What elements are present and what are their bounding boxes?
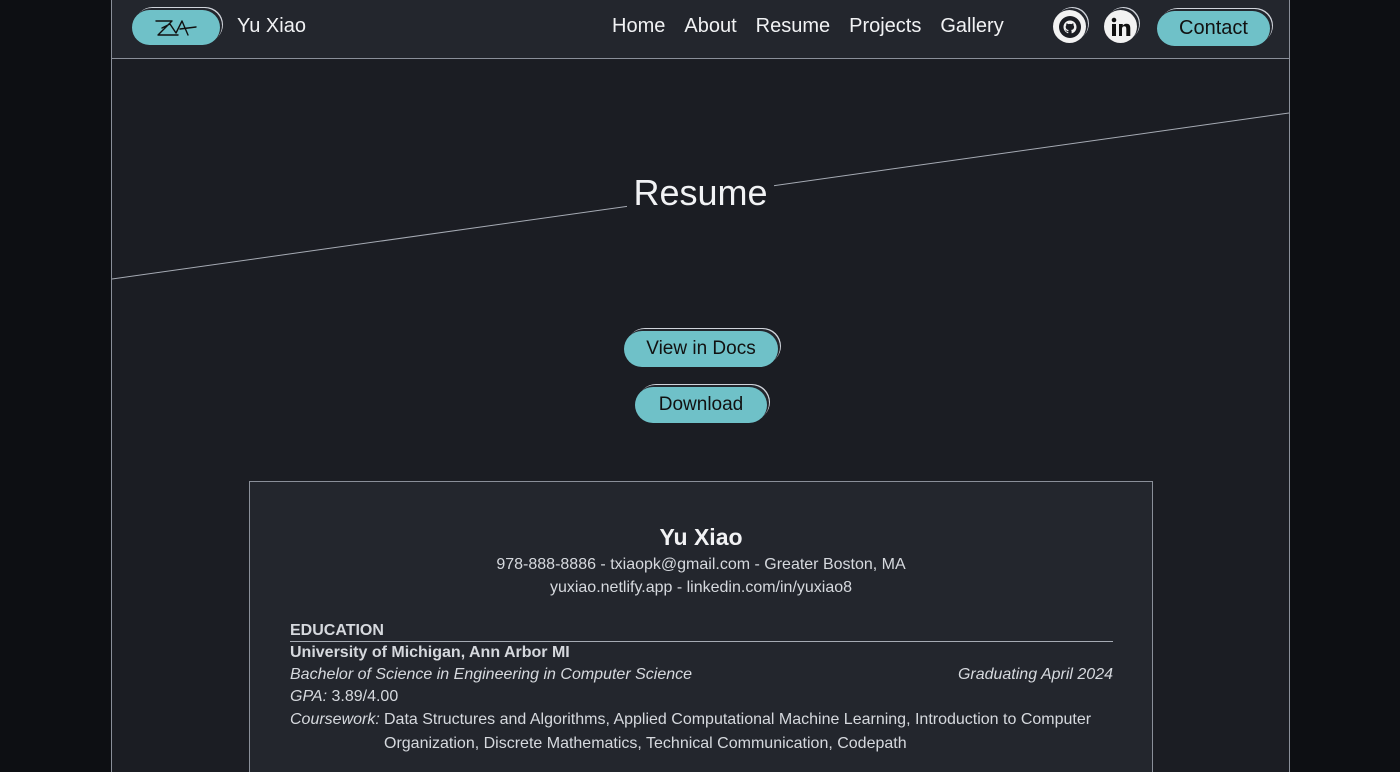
education-degree: Bachelor of Science in Engineering in Co… bbox=[290, 666, 693, 683]
education-heading: EDUCATION bbox=[290, 622, 1113, 642]
resume-card: Yu Xiao 978-888-8886 - txiaopk@gmail.com… bbox=[249, 481, 1153, 772]
view-in-docs-button[interactable]: View in Docs bbox=[624, 331, 778, 367]
education-graduation: Graduating April 2024 bbox=[957, 666, 1113, 683]
resume-links-line: yuxiao.netlify.app - linkedin.com/in/yux… bbox=[549, 579, 853, 596]
hero-diagonal-line bbox=[112, 112, 1289, 280]
download-button[interactable]: Download bbox=[635, 387, 767, 423]
gpa-label: GPA: bbox=[290, 688, 328, 705]
education-school: University of Michigan, Ann Arbor MI bbox=[290, 644, 570, 661]
coursework-label: Coursework: bbox=[290, 711, 380, 728]
page-title: Resume bbox=[112, 172, 1289, 214]
education-coursework: Coursework: Data Structures and Algorith… bbox=[290, 711, 1113, 756]
resume-name: Yu Xiao bbox=[659, 524, 743, 550]
gpa-value: 3.89/4.00 bbox=[331, 688, 399, 705]
education-gpa: GPA: 3.89/4.00 bbox=[290, 688, 398, 706]
resume-contact-line: 978-888-8886 - txiaopk@gmail.com - Great… bbox=[496, 556, 906, 573]
page-frame: Yu Xiao Home About Resume Projects Galle… bbox=[111, 0, 1290, 772]
page-title-text: Resume bbox=[627, 172, 774, 213]
coursework-value: Data Structures and Algorithms, Applied … bbox=[384, 711, 1092, 752]
